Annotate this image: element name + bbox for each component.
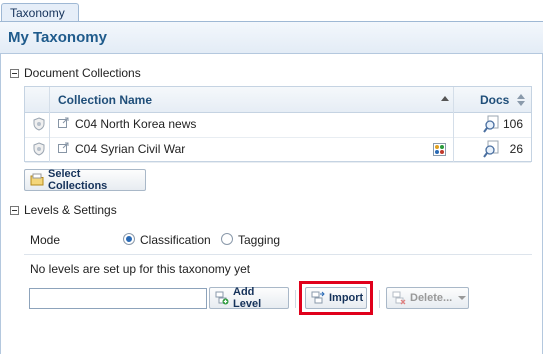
table-row[interactable]: C04 North Korea news 106 bbox=[25, 112, 531, 138]
grid-header: Collection Name Docs bbox=[25, 87, 531, 113]
folder-icon bbox=[30, 173, 44, 186]
collection-settings-icon[interactable] bbox=[433, 143, 446, 156]
tab-bar: Taxonomy bbox=[0, 0, 543, 22]
doc-count: 26 bbox=[509, 142, 523, 156]
mode-label: Mode bbox=[30, 233, 61, 247]
chevron-down-icon[interactable] bbox=[458, 296, 467, 300]
shield-icon[interactable] bbox=[33, 117, 45, 131]
level-name-input[interactable] bbox=[29, 288, 207, 309]
section-levels-settings[interactable]: Levels & Settings bbox=[10, 203, 117, 217]
radio-classification-label[interactable]: Classification bbox=[140, 233, 211, 247]
add-level-label: Add Level bbox=[233, 286, 262, 310]
shield-icon[interactable] bbox=[33, 142, 45, 156]
toolbar-separator bbox=[379, 290, 380, 308]
sort-icon[interactable] bbox=[517, 94, 525, 106]
empty-levels-message: No levels are set up for this taxonomy y… bbox=[30, 262, 251, 276]
delete-button[interactable]: Delete... bbox=[386, 287, 469, 309]
view-documents-icon[interactable] bbox=[483, 115, 501, 133]
radio-tagging-label[interactable]: Tagging bbox=[238, 233, 280, 247]
sort-ascending-icon[interactable] bbox=[441, 96, 449, 101]
add-level-button[interactable]: Add Level bbox=[209, 286, 289, 310]
column-header-collection-name[interactable]: Collection Name bbox=[58, 93, 152, 107]
panel-header: My Taxonomy bbox=[0, 22, 543, 54]
external-link-icon[interactable] bbox=[58, 117, 69, 128]
column-divider bbox=[453, 137, 454, 162]
select-collections-button[interactable]: Select Collections bbox=[24, 168, 146, 192]
radio-classification[interactable] bbox=[123, 233, 135, 245]
view-documents-icon[interactable] bbox=[483, 140, 501, 158]
select-collections-label: Select Collections bbox=[48, 168, 108, 192]
column-divider bbox=[49, 137, 50, 162]
collections-grid: Collection Name Docs C04 North Korea new… bbox=[24, 86, 532, 163]
radio-tagging[interactable] bbox=[221, 233, 233, 245]
collection-name[interactable]: C04 Syrian Civil War bbox=[75, 142, 185, 156]
external-link-icon[interactable] bbox=[58, 142, 69, 153]
page-title: My Taxonomy bbox=[8, 29, 107, 46]
delete-label: Delete... bbox=[410, 292, 453, 304]
delete-icon bbox=[392, 291, 406, 305]
column-divider bbox=[453, 87, 454, 112]
column-divider bbox=[49, 87, 50, 112]
collection-name[interactable]: C04 North Korea news bbox=[75, 117, 196, 131]
divider bbox=[24, 254, 532, 255]
add-level-icon bbox=[215, 291, 229, 305]
column-divider bbox=[49, 112, 50, 137]
collapse-icon[interactable] bbox=[10, 205, 19, 215]
collapse-icon[interactable] bbox=[10, 68, 19, 78]
section-document-collections[interactable]: Document Collections bbox=[10, 66, 141, 80]
column-divider bbox=[453, 112, 454, 137]
panel-border-left bbox=[0, 54, 1, 354]
column-header-docs[interactable]: Docs bbox=[480, 93, 509, 107]
toolbar-separator bbox=[295, 290, 296, 308]
doc-count: 106 bbox=[502, 117, 523, 131]
section-label: Levels & Settings bbox=[24, 203, 117, 217]
tab-taxonomy[interactable]: Taxonomy bbox=[1, 3, 79, 21]
table-row[interactable]: C04 Syrian Civil War 26 bbox=[25, 137, 531, 163]
import-highlight bbox=[299, 281, 373, 315]
section-label: Document Collections bbox=[24, 66, 141, 80]
